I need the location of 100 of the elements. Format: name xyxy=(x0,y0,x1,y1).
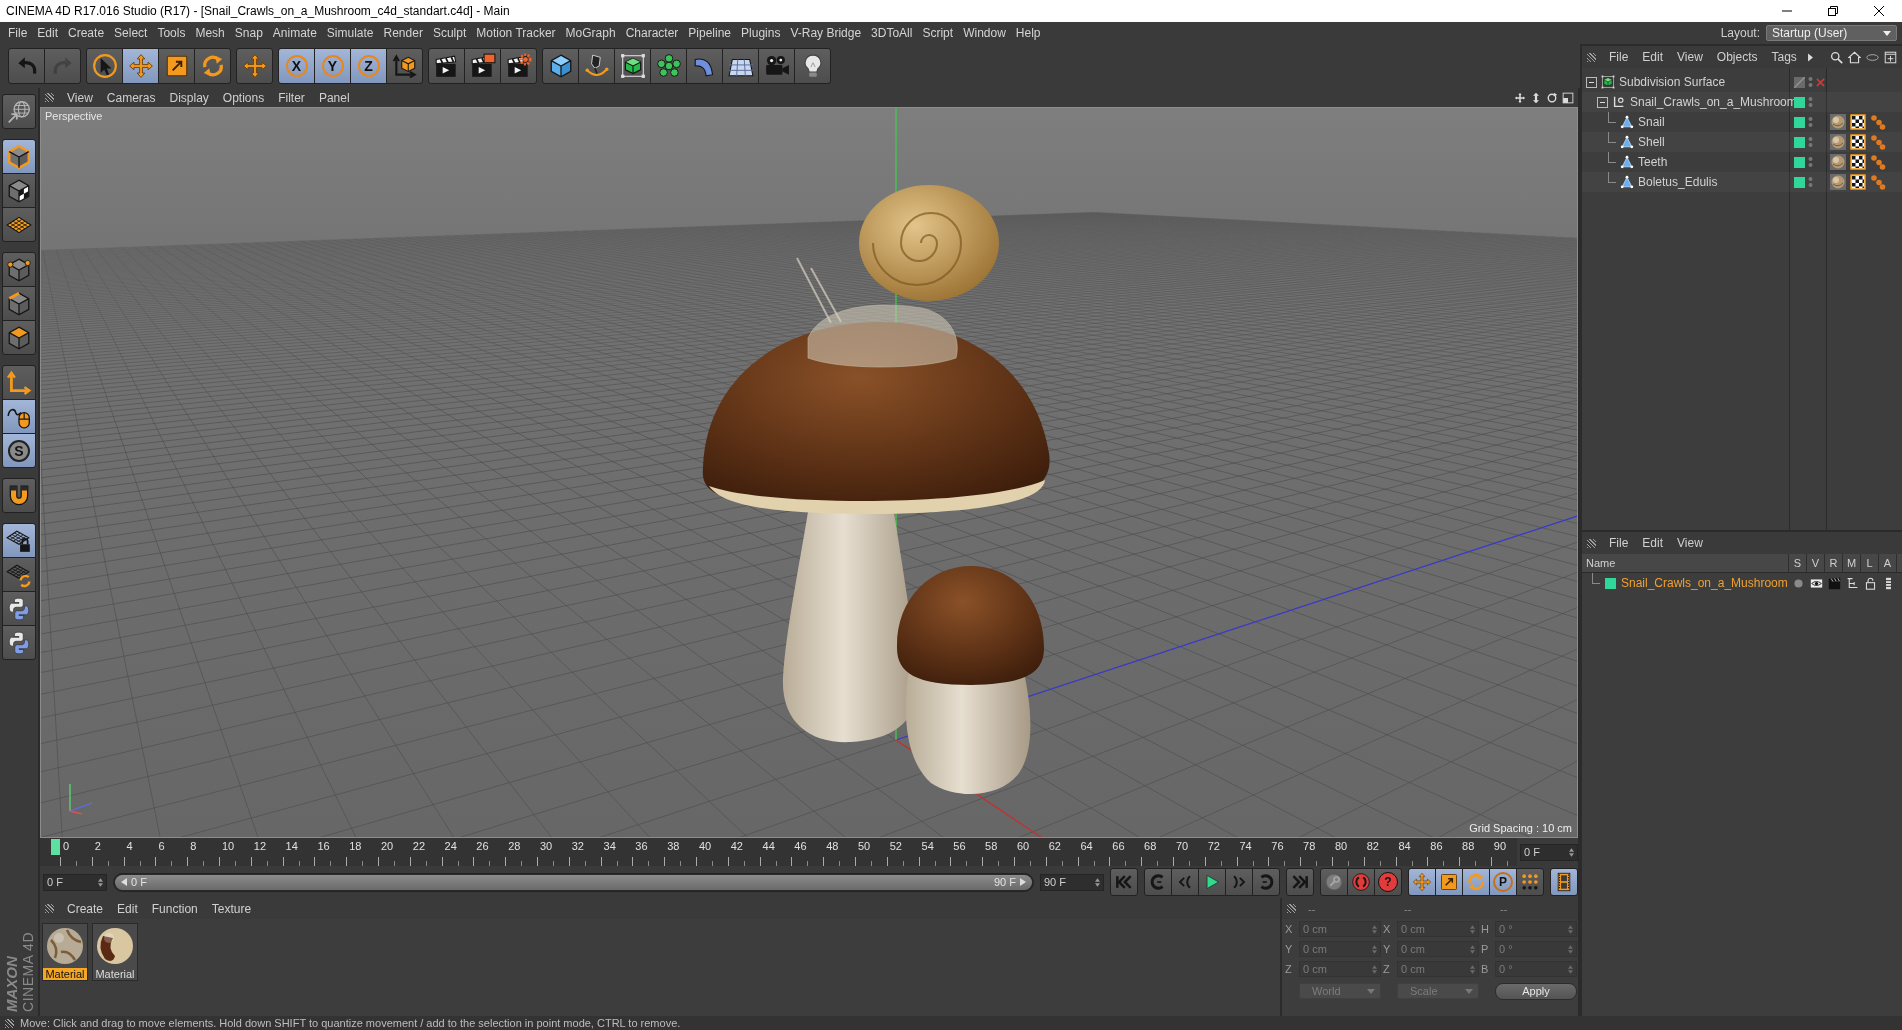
workplane-align-button[interactable] xyxy=(2,557,36,592)
grip-icon[interactable] xyxy=(1287,904,1296,913)
snap-button[interactable] xyxy=(2,478,36,513)
scale-button[interactable] xyxy=(1435,868,1463,896)
menu-item[interactable]: Options xyxy=(215,90,272,105)
3d-viewport[interactable]: Perspective Grid Spacing : 10 cm xyxy=(40,107,1578,838)
three-balls-icon[interactable] xyxy=(1870,154,1886,170)
menu-item[interactable]: File xyxy=(3,26,33,40)
prev-key-button[interactable] xyxy=(1144,868,1172,896)
apply-button[interactable]: Apply xyxy=(1495,982,1577,1000)
checker-tag-icon[interactable] xyxy=(1850,154,1866,170)
scale-button[interactable] xyxy=(158,48,195,84)
tweak-button[interactable] xyxy=(2,399,36,434)
menu-item[interactable]: Help xyxy=(1010,26,1046,40)
checker-tag-icon[interactable] xyxy=(1850,114,1866,130)
solo-button[interactable]: S xyxy=(2,433,36,468)
timeline-window-button[interactable] xyxy=(1550,868,1578,896)
grip-icon[interactable] xyxy=(45,904,54,913)
menu-item[interactable]: Display xyxy=(162,90,216,105)
rotate-button[interactable] xyxy=(1462,868,1490,896)
menu-item[interactable]: Simulate xyxy=(321,26,379,40)
render-settings-button[interactable] xyxy=(500,48,537,84)
menu-item[interactable]: View xyxy=(1670,50,1710,64)
x-axis-button[interactable]: X xyxy=(278,48,315,84)
layer-swatch-icon[interactable] xyxy=(1794,136,1805,148)
menu-item[interactable]: Render xyxy=(378,26,428,40)
edges-button[interactable] xyxy=(2,286,36,321)
layer-swatch-icon[interactable] xyxy=(1794,96,1805,108)
menu-item[interactable]: Edit xyxy=(1635,536,1671,550)
frame-field[interactable]: 0 F xyxy=(43,873,107,891)
grip-icon[interactable] xyxy=(45,93,54,102)
move-button[interactable] xyxy=(122,48,159,84)
visibility-dots-icon[interactable] xyxy=(1808,176,1813,188)
menu-item[interactable]: Character xyxy=(620,26,684,40)
menu-item[interactable]: Plugins xyxy=(736,26,786,40)
menu-item[interactable]: Filter xyxy=(271,90,312,105)
object-name[interactable]: Boletus_Edulis xyxy=(1638,175,1718,189)
recent-tool-button[interactable] xyxy=(236,48,273,84)
menu-item[interactable]: Edit xyxy=(32,26,64,40)
rotate-button[interactable] xyxy=(194,48,231,84)
layer-name[interactable]: Snail_Crawls_on_a_Mushroom xyxy=(1621,576,1788,590)
menu-item[interactable]: Animate xyxy=(267,26,322,40)
menu-item[interactable]: Function xyxy=(144,901,205,916)
menu-item[interactable]: Edit xyxy=(1635,50,1671,64)
visibility-dots-icon[interactable] xyxy=(1808,116,1813,128)
workplane-button[interactable] xyxy=(2,207,36,242)
light-button[interactable] xyxy=(794,48,831,84)
column-header[interactable]: V xyxy=(1807,554,1825,572)
menu-item[interactable]: File xyxy=(1602,536,1636,550)
python-button[interactable] xyxy=(2,625,36,660)
autokey-button[interactable] xyxy=(1320,868,1348,896)
menu-item[interactable]: Tools xyxy=(152,26,191,40)
column-header[interactable]: R xyxy=(1825,554,1843,572)
grip-icon[interactable] xyxy=(1587,538,1596,548)
menu-item[interactable]: View xyxy=(1670,536,1710,550)
material-tile[interactable]: Material xyxy=(42,923,88,981)
collapse-icon[interactable] xyxy=(1586,76,1597,88)
grip-icon[interactable] xyxy=(1587,52,1596,62)
make-editable-button[interactable] xyxy=(2,94,36,129)
menu-item[interactable]: Window xyxy=(958,26,1011,40)
cloner-button[interactable] xyxy=(650,48,687,84)
menu-item[interactable]: V-Ray Bridge xyxy=(785,26,867,40)
clapperboard-icon[interactable] xyxy=(1827,576,1841,590)
left-arrow-icon[interactable] xyxy=(121,878,127,886)
checker-tag-icon[interactable] xyxy=(1850,134,1866,150)
menu-item[interactable]: Edit xyxy=(110,901,145,916)
menu-item[interactable]: Texture xyxy=(204,901,259,916)
layout-dropdown[interactable]: Startup (User) xyxy=(1766,25,1897,41)
undo-button[interactable] xyxy=(8,48,45,84)
layer-swatch-icon[interactable] xyxy=(1794,116,1805,128)
visibility-dots-icon[interactable] xyxy=(1808,96,1813,108)
object-name[interactable]: Subdivision Surface xyxy=(1619,75,1726,89)
empty-layer-icon[interactable] xyxy=(1794,76,1805,88)
floor-button[interactable] xyxy=(722,48,759,84)
add-panel-icon[interactable] xyxy=(1884,50,1897,64)
object-name[interactable]: Snail xyxy=(1638,115,1665,129)
lock-icon[interactable] xyxy=(1863,576,1877,590)
live-selection-button[interactable] xyxy=(86,48,123,84)
next-key-button[interactable] xyxy=(1252,868,1280,896)
frame-field[interactable]: 90 F xyxy=(1040,873,1104,891)
zoom-view-icon[interactable] xyxy=(1530,91,1542,104)
menu-item[interactable]: Panel xyxy=(311,90,357,105)
column-header[interactable]: A xyxy=(1879,554,1897,572)
points-button[interactable] xyxy=(2,252,36,287)
timeline-ruler[interactable]: 0 2 4 6 8 10 12 14 16 18 20 22 24 26 28 30 32 34 36 38 40 42 44 46 48 50 52 54 56 58 60 62 64 66 68 70 72 74 76 78 80 82 84 86 88 90 xyxy=(40,838,1517,866)
menu-item[interactable]: Select xyxy=(109,26,153,40)
go-start-button[interactable] xyxy=(1110,868,1138,896)
bend-button[interactable] xyxy=(686,48,723,84)
menu-item[interactable]: MoGraph xyxy=(560,26,621,40)
menu-item[interactable]: File xyxy=(1602,50,1636,64)
hierarchy-icon[interactable] xyxy=(1845,576,1859,590)
workplane-lock-button[interactable] xyxy=(2,523,36,558)
render-picture-viewer-button[interactable] xyxy=(464,48,501,84)
menu-item[interactable]: Create xyxy=(60,901,111,916)
move-button[interactable] xyxy=(1408,868,1436,896)
three-balls-icon[interactable] xyxy=(1870,114,1886,130)
search-icon[interactable] xyxy=(1830,50,1843,64)
coordinate-system-button[interactable] xyxy=(386,48,423,84)
menu-item[interactable]: Cameras xyxy=(99,90,163,105)
point-level-button[interactable] xyxy=(1516,868,1544,896)
